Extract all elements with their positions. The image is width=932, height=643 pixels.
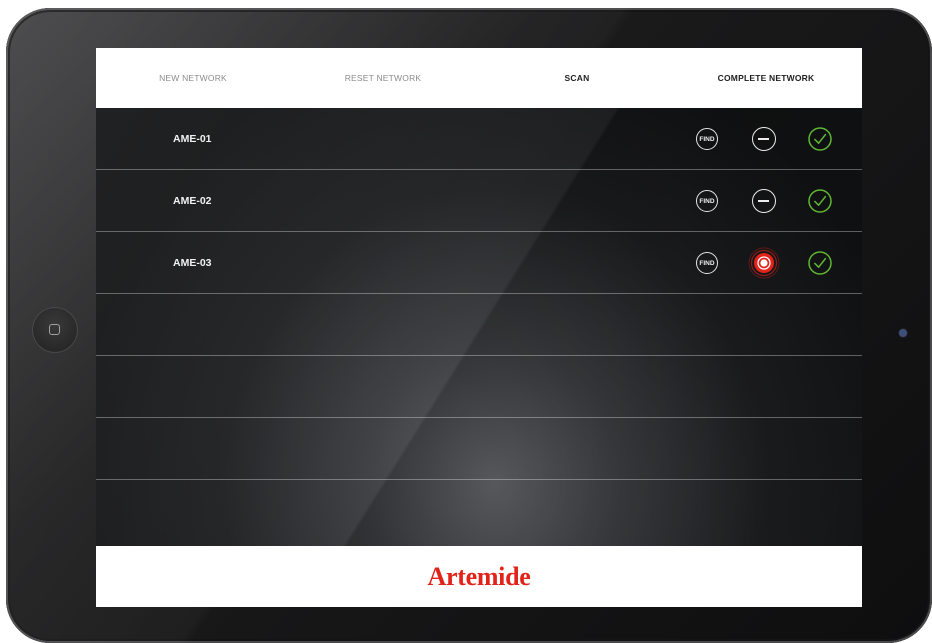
device-row: AME-02 FIND [96,170,862,232]
check-icon[interactable] [808,127,832,151]
device-row: AME-03 FIND [96,232,862,294]
camera [899,329,907,337]
pulse-icon[interactable] [748,247,780,279]
device-row: AME-01 FIND [96,108,862,170]
check-icon[interactable] [808,251,832,275]
device-name: AME-03 [173,257,212,269]
device-name: AME-01 [173,133,212,145]
home-square-icon [49,324,60,335]
empty-row [96,480,862,542]
empty-row [96,418,862,480]
scan-button[interactable]: SCAN [552,48,602,108]
top-navigation: NEW NETWORK RESET NETWORK SCAN COMPLETE … [96,48,862,108]
device-list: AME-01 FIND AME-02 FIND AME-03 FIND [96,108,862,546]
find-button[interactable]: FIND [696,252,718,274]
minus-icon[interactable] [752,189,776,213]
footer: Artemide [96,546,862,607]
find-button[interactable]: FIND [696,190,718,212]
device-name: AME-02 [173,195,212,207]
empty-row [96,294,862,356]
home-button[interactable] [32,307,78,353]
reset-network-button[interactable]: RESET NETWORK [333,48,433,108]
artemide-logo: Artemide [427,561,531,591]
empty-row [96,356,862,418]
minus-icon[interactable] [752,127,776,151]
find-button[interactable]: FIND [696,128,718,150]
complete-network-button[interactable]: COMPLETE NETWORK [710,48,822,108]
app-screen: NEW NETWORK RESET NETWORK SCAN COMPLETE … [96,48,862,607]
check-icon[interactable] [808,189,832,213]
new-network-button[interactable]: NEW NETWORK [148,48,238,108]
